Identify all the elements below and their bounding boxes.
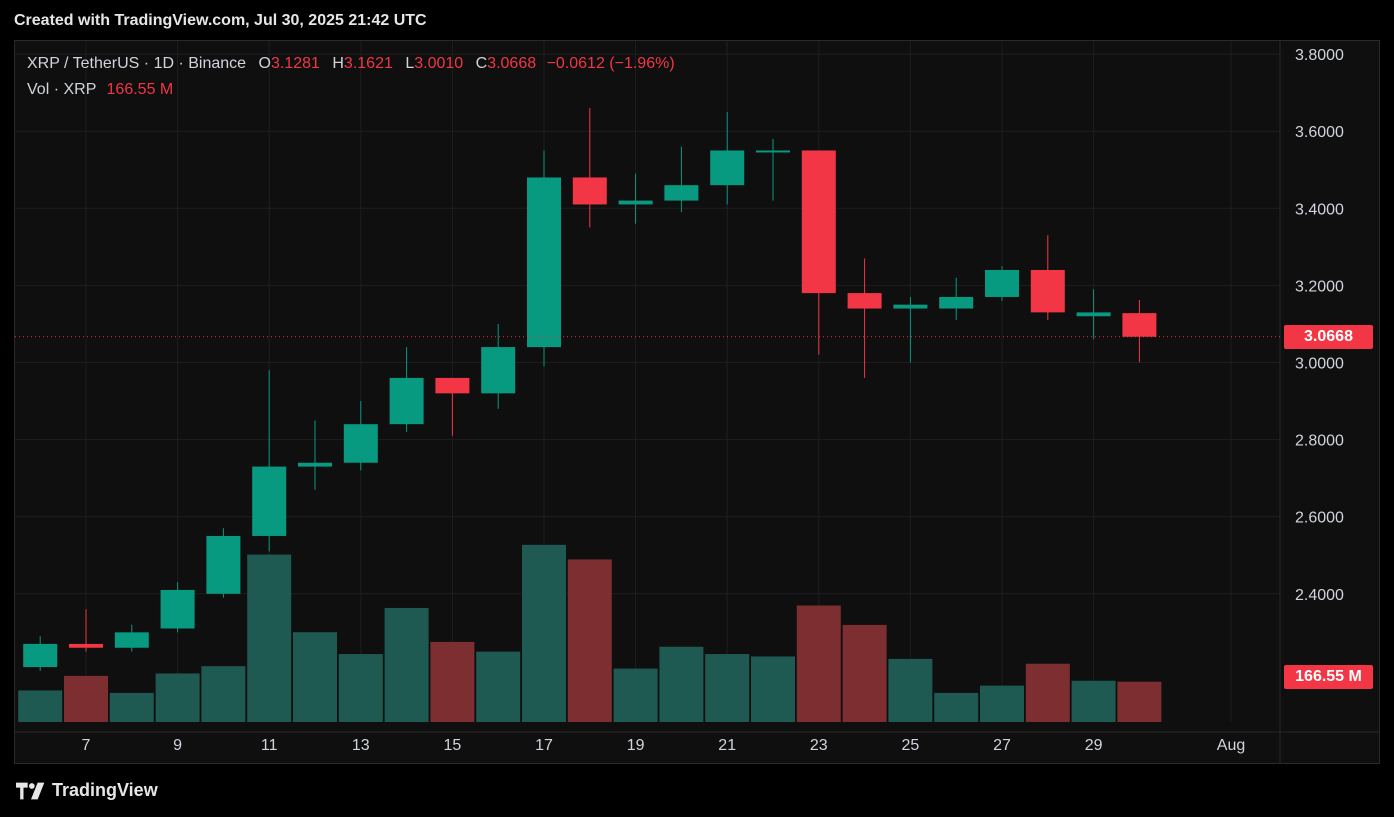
volume-bar — [1117, 681, 1162, 722]
candle-body — [664, 185, 699, 201]
volume-bar — [567, 559, 612, 722]
candle-body — [618, 200, 653, 205]
volume-bar — [705, 654, 750, 722]
volume-bar — [842, 624, 887, 722]
candle-body — [1076, 312, 1111, 317]
price-tick-label: 2.4000 — [1295, 587, 1344, 604]
time-tick-label: 21 — [718, 737, 736, 754]
volume-bar — [1025, 663, 1070, 722]
price-tick-label: 3.4000 — [1295, 201, 1344, 218]
volume-bar — [247, 554, 292, 722]
volume-bar — [796, 605, 841, 722]
legend: XRP / TetherUS · 1D · Binance O3.1281 H3… — [27, 55, 675, 107]
volume-bar — [338, 654, 383, 722]
volume-tag: 166.55 M — [1284, 665, 1373, 689]
candle-body — [527, 177, 561, 348]
close-label: C — [475, 55, 488, 72]
candle-body — [343, 424, 378, 463]
symbol-label[interactable]: XRP / TetherUS · 1D · Binance — [27, 55, 246, 72]
time-tick-label: 27 — [993, 737, 1011, 754]
volume-bar — [18, 690, 63, 722]
open-label: O — [258, 55, 271, 72]
tradingview-logo-icon — [16, 782, 45, 799]
time-tick-label: 13 — [352, 737, 370, 754]
candle-body — [847, 293, 882, 309]
volume-bar — [888, 658, 933, 722]
candle-body — [23, 643, 58, 668]
footer-brand[interactable]: TradingView — [16, 780, 158, 801]
candle-body — [389, 377, 424, 425]
time-tick-label: 19 — [627, 737, 645, 754]
candle-body — [298, 462, 332, 467]
volume-bar — [155, 673, 200, 722]
candle-body — [160, 589, 195, 629]
volume-row: Vol · XRP 166.55 M — [27, 81, 675, 107]
high-value: 3.1621 — [343, 55, 393, 72]
volume-bar — [64, 675, 108, 722]
volume-bar — [751, 656, 795, 722]
volume-bar — [293, 632, 337, 722]
candlestick-chart[interactable]: 3.8000 3.6000 3.4000 3.2000 3.0000 2.8000 2.60… — [0, 0, 1394, 817]
low-label: L — [405, 55, 415, 72]
time-tick-label: 7 — [82, 737, 91, 754]
time-tick-label: 15 — [444, 737, 462, 754]
time-tick-label: Aug — [1217, 737, 1245, 754]
volume-bar — [522, 544, 566, 722]
ohlc-row: XRP / TetherUS · 1D · Binance O3.1281 H3… — [27, 55, 675, 81]
candle-body — [710, 150, 745, 186]
candle-body — [69, 643, 103, 648]
volume-bar — [384, 607, 429, 722]
candle-body — [206, 535, 241, 594]
open-value: 3.1281 — [270, 55, 320, 72]
high-label: H — [332, 55, 344, 72]
close-value: 3.0668 — [487, 55, 537, 72]
volume-value: 166.55 M — [106, 81, 174, 98]
candle-body — [756, 150, 790, 153]
volume-bar — [1071, 680, 1116, 722]
candle-body — [481, 347, 516, 394]
volume-bar — [613, 668, 658, 722]
footer-brand-label: TradingView — [52, 780, 158, 800]
candle-body — [1030, 269, 1065, 313]
time-axis: 7 9 11 13 15 17 19 21 23 25 27 29 Aug — [82, 737, 1246, 754]
candle-body — [801, 150, 836, 294]
volume-bars — [18, 544, 1162, 722]
candle-body — [435, 377, 470, 394]
candle-body — [939, 296, 974, 309]
change-value: −0.0612 (−1.96%) — [546, 55, 675, 72]
volume-bar — [109, 692, 154, 722]
last-price-tag: 3.0668 — [1284, 324, 1373, 349]
time-tick-label: 29 — [1085, 737, 1103, 754]
candle-body — [1122, 313, 1157, 337]
volume-bar — [934, 692, 979, 722]
time-tick-label: 9 — [173, 737, 182, 754]
time-tick-label: 23 — [810, 737, 828, 754]
volume-bar — [476, 651, 521, 722]
price-tick-label: 3.6000 — [1295, 124, 1344, 141]
volume-bar — [659, 646, 704, 722]
volume-bar — [980, 685, 1024, 722]
volume-label[interactable]: Vol · XRP — [27, 81, 96, 98]
candle-body — [893, 304, 928, 309]
volume-bar — [430, 641, 475, 722]
low-value: 3.0010 — [414, 55, 464, 72]
candle-body — [252, 466, 287, 536]
candle-body — [114, 632, 149, 648]
candle-body — [572, 177, 607, 205]
price-tick-label: 2.8000 — [1295, 433, 1344, 450]
price-tick-label: 3.8000 — [1295, 47, 1344, 64]
time-tick-label: 25 — [902, 737, 920, 754]
time-tick-label: 17 — [535, 737, 553, 754]
price-tick-label: 2.6000 — [1295, 510, 1344, 527]
price-tick-label: 3.0000 — [1295, 356, 1344, 373]
candle-body — [985, 269, 1019, 297]
price-tick-label: 3.2000 — [1295, 278, 1344, 295]
time-tick-label: 11 — [261, 737, 278, 754]
volume-bar — [201, 666, 246, 722]
